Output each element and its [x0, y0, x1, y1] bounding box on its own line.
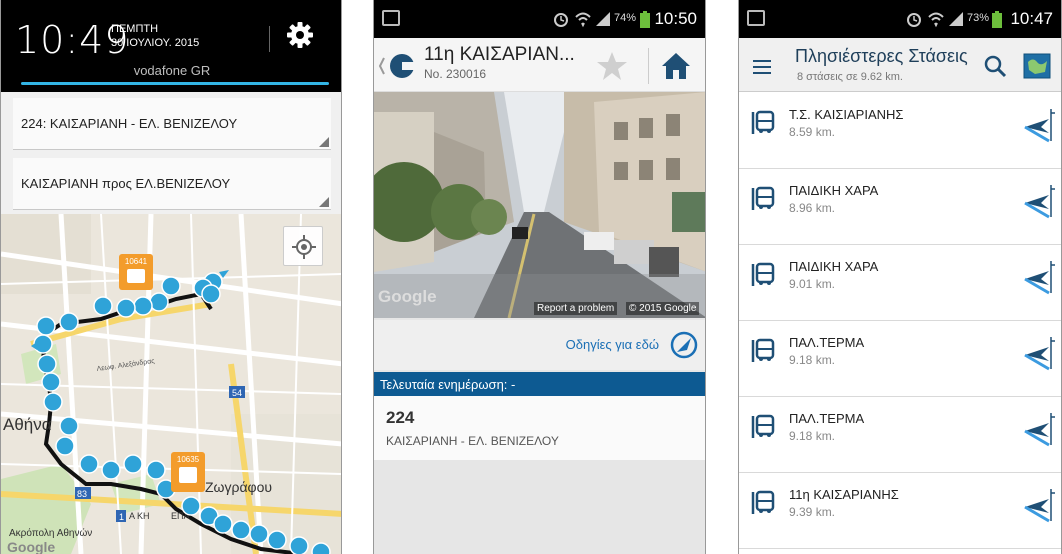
battery-percent: 73%	[967, 12, 990, 24]
dropdown-arrow-icon	[319, 197, 329, 207]
battery-percent: 74%	[614, 12, 637, 24]
vehicle-marker[interactable]: 10635	[171, 452, 205, 492]
stop-distance: 8.59 km.	[789, 125, 836, 139]
hamburger-menu-icon[interactable]	[753, 60, 771, 78]
direction-select[interactable]: ΚΑΙΣΑΡΙΑΝΗ προς ΕΛ.ΒΕΝΙΖΕΛΟΥ	[13, 158, 331, 210]
directions-arrow-icon[interactable]	[1017, 485, 1057, 525]
battery-icon	[992, 11, 1002, 28]
date: 30 ΙΟΥΛΙΟΥ. 2015	[111, 37, 200, 49]
page-title: Πλησιέστερες Στάσεις	[795, 46, 968, 66]
stop-header: 11η ΚΑΙΣΑΡΙΑΝ... No. 230016	[374, 38, 705, 92]
last-update-bar: Τελευταία ενημέρωση: -	[374, 372, 705, 396]
route-select[interactable]: 224: ΚΑΙΣΑΡΙΑΝΗ - ΕΛ. ΒΕΝΙΖΕΛΟΥ	[13, 98, 331, 150]
stop-name: ΠΑΙΔΙΚΗ ΧΑΡΑ	[789, 183, 879, 198]
route-number: 224	[386, 408, 415, 427]
home-icon[interactable]	[660, 50, 692, 82]
stop-title: 11η ΚΑΙΣΑΡΙΑΝ...	[424, 44, 575, 65]
weekday: ΠΕΜΠΤΗ	[111, 23, 159, 35]
route-card[interactable]: 224 ΚΑΙΣΑΡΙΑΝΗ - ΕΛ. ΒΕΝΙΖΕΛΟΥ	[374, 396, 705, 460]
street-view-photo[interactable]: Google Report a problem © 2015 Google	[374, 92, 705, 318]
stop-distance: 9.18 km.	[789, 429, 836, 443]
directions-label: Οδηγίες για εδώ	[565, 337, 659, 352]
progress-bar	[21, 82, 329, 85]
phone-stop-details-screen: 74% 10:50 11η ΚΑΙΣΑΡΙΑΝ... No. 230016 Go…	[373, 0, 706, 554]
route-map[interactable]: 54 83 1 Αθήνα Ζωγράφου Ακρόπολη Αθηνών Λ…	[1, 214, 341, 554]
list-item[interactable]: 11η ΚΑΙΣΑΡΙΑΝΗΣ 9.39 km.	[739, 473, 1061, 549]
directions-arrow-icon[interactable]	[1017, 333, 1057, 373]
bus-stop-icon	[751, 338, 775, 362]
divider	[269, 26, 270, 52]
battery-icon	[640, 11, 650, 28]
system-status-bar: 74% 10:50	[374, 0, 705, 38]
carrier-name: vodafone GR	[133, 63, 211, 78]
list-item[interactable]: ΠΑΛ.ΤΕΡΜΑ 9.18 km.	[739, 397, 1061, 473]
signal-icon	[949, 12, 963, 26]
vehicle-id: 10635	[176, 455, 200, 464]
stop-distance: 9.39 km.	[789, 505, 836, 519]
bus-stop-icon	[751, 490, 775, 514]
vehicle-id: 10641	[124, 257, 148, 266]
bus-stop-icon	[751, 414, 775, 438]
bus-stop-icon	[751, 110, 775, 134]
phone-route-map-screen: 10:49 ΠΕΜΠΤΗ 30 ΙΟΥΛΙΟΥ. 2015 vodafone G…	[0, 0, 342, 554]
map-view-icon[interactable]	[1023, 52, 1051, 80]
lockscreen-status-bar: 10:49 ΠΕΜΠΤΗ 30 ΙΟΥΛΙΟΥ. 2015 vodafone G…	[1, 0, 341, 92]
gallery-notification-icon	[747, 10, 765, 26]
stop-number: No. 230016	[424, 67, 487, 81]
directions-arrow-icon[interactable]	[1017, 181, 1057, 221]
star-icon[interactable]	[596, 50, 628, 82]
bus-stop-icon	[751, 186, 775, 210]
phone-nearest-stops-screen: 73% 10:47 Πλησιέστερες Στάσεις 8 στάσεις…	[738, 0, 1062, 554]
directions-row[interactable]: Οδηγίες για εδώ	[374, 320, 705, 370]
system-clock: 10:50	[654, 9, 697, 28]
signal-icon	[596, 12, 610, 26]
copyright-text: © 2015 Google	[626, 302, 700, 315]
nearest-stops-header: Πλησιέστερες Στάσεις 8 στάσεις σε 9.62 k…	[739, 38, 1061, 92]
list-item[interactable]: Τ.Σ. ΚΑΙΣΙΑΡΙΑΝΗΣ 8.59 km.	[739, 93, 1061, 169]
clock-date: ΠΕΜΠΤΗ 30 ΙΟΥΛΙΟΥ. 2015	[111, 22, 199, 50]
alarm-icon	[554, 13, 568, 27]
system-status-bar: 73% 10:47	[739, 0, 1061, 38]
stop-name: Τ.Σ. ΚΑΙΣΙΑΡΙΑΝΗΣ	[789, 107, 904, 122]
alarm-icon	[907, 13, 921, 27]
stop-distance: 9.18 km.	[789, 353, 836, 367]
list-item[interactable]: ΠΑΙΔΙΚΗ ΧΑΡΑ 8.96 km.	[739, 169, 1061, 245]
stop-distance: 9.01 km.	[789, 277, 836, 291]
stop-name: 11η ΚΑΙΣΑΡΙΑΝΗΣ	[789, 487, 899, 502]
vehicle-marker[interactable]: 10641	[119, 254, 153, 290]
stop-name: ΠΑΛ.ΤΕΡΜΑ	[789, 411, 865, 426]
report-problem-link[interactable]: Report a problem	[534, 302, 618, 315]
bus-stop-icon	[751, 262, 775, 286]
directions-arrow-icon[interactable]	[1017, 105, 1057, 145]
route-select-value: 224: ΚΑΙΣΑΡΙΑΝΗ - ΕΛ. ΒΕΝΙΖΕΛΟΥ	[21, 116, 238, 131]
stop-name: ΠΑΛ.ΤΕΡΜΑ	[789, 335, 865, 350]
street-view-image: Google	[374, 92, 705, 318]
search-icon[interactable]	[983, 54, 1007, 78]
back-app-icon[interactable]	[378, 52, 418, 80]
dropdown-arrow-icon	[319, 137, 329, 147]
divider	[648, 48, 649, 84]
wifi-icon	[575, 12, 591, 28]
navigation-globe-icon	[670, 331, 698, 359]
list-item[interactable]: ΠΑΛ.ΤΕΡΜΑ 9.18 km.	[739, 321, 1061, 397]
wifi-icon	[928, 12, 944, 28]
street-view-google-logo: Google	[378, 287, 437, 306]
directions-arrow-icon[interactable]	[1017, 257, 1057, 297]
direction-select-value: ΚΑΙΣΑΡΙΑΝΗ προς ΕΛ.ΒΕΝΙΖΕΛΟΥ	[21, 176, 231, 191]
system-clock: 10:47	[1010, 9, 1053, 28]
gear-icon[interactable]	[285, 20, 315, 50]
stop-markers	[31, 270, 331, 554]
gallery-notification-icon	[382, 10, 400, 26]
bus-icon	[179, 467, 197, 483]
page-subtitle: 8 στάσεις σε 9.62 km.	[797, 71, 903, 83]
route-description: ΚΑΙΣΑΡΙΑΝΗ - ΕΛ. ΒΕΝΙΖΕΛΟΥ	[386, 434, 559, 448]
stops-list: Τ.Σ. ΚΑΙΣΙΑΡΙΑΝΗΣ 8.59 km. ΠΑΙΔΙΚΗ ΧΑΡΑ …	[739, 93, 1061, 549]
stop-name: ΠΑΙΔΙΚΗ ΧΑΡΑ	[789, 259, 879, 274]
directions-arrow-icon[interactable]	[1017, 409, 1057, 449]
bus-icon	[127, 269, 145, 283]
stop-distance: 8.96 km.	[789, 201, 836, 215]
list-item[interactable]: ΠΑΙΔΙΚΗ ΧΑΡΑ 9.01 km.	[739, 245, 1061, 321]
